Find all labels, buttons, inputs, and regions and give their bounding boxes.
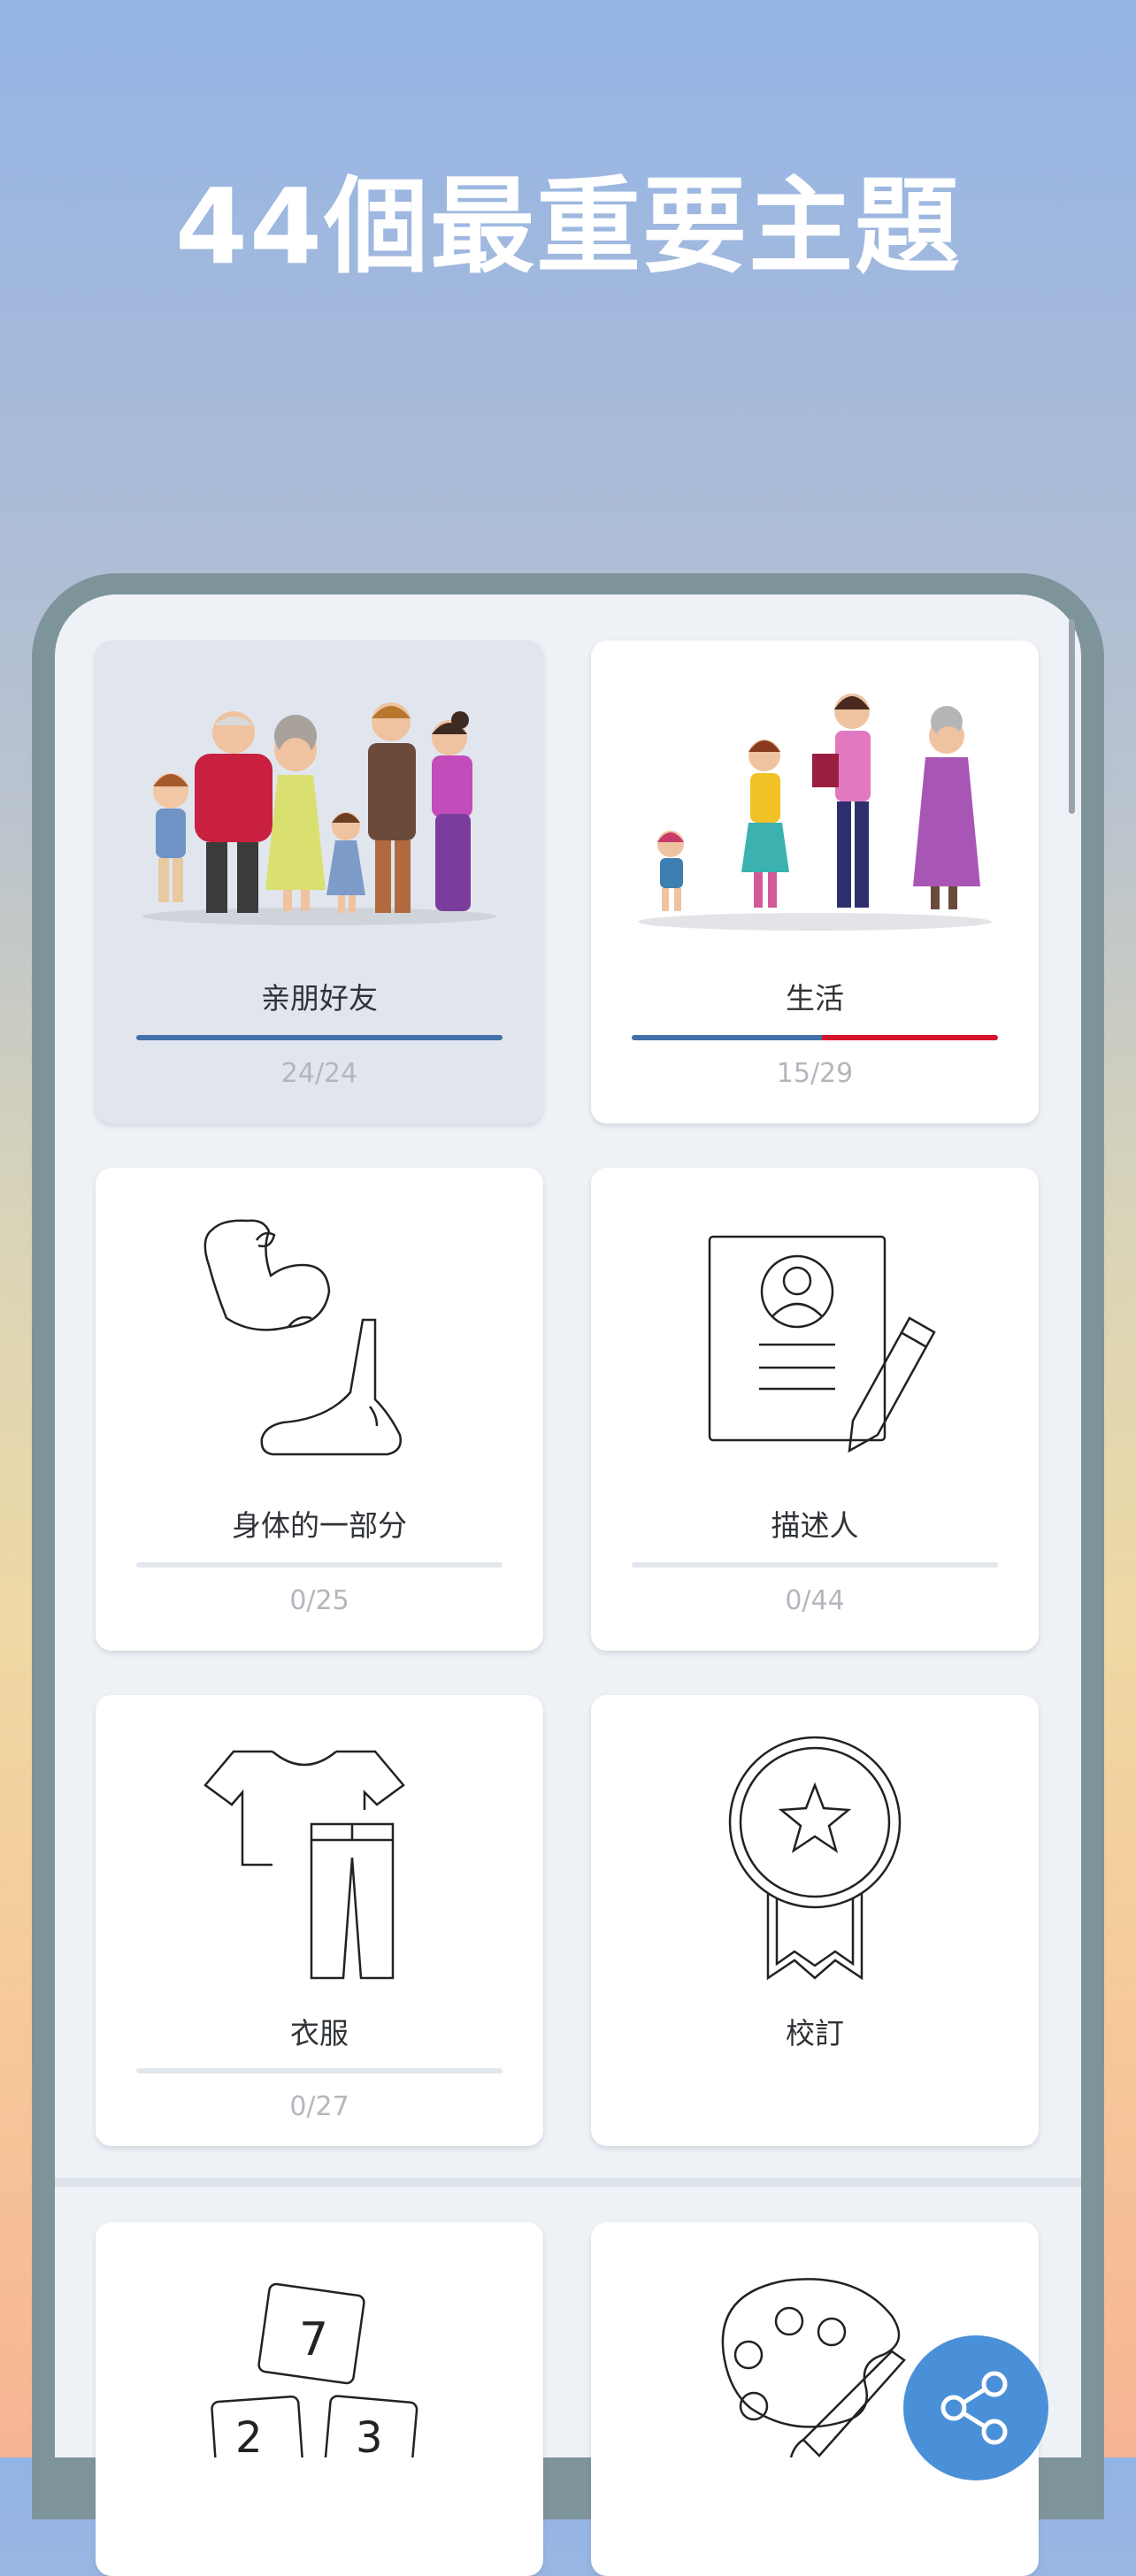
- life-stages-illustration: [638, 694, 992, 931]
- topic-title: 校訂: [786, 2016, 844, 2051]
- family-illustration: [142, 702, 496, 925]
- topic-card-numbers[interactable]: 7 2 3: [96, 2222, 543, 2576]
- topic-card-body-parts[interactable]: 身体的一部分 0/25: [96, 1168, 543, 1651]
- progress-bar: [632, 1562, 998, 1568]
- topic-title: 亲朋好友: [261, 981, 378, 1016]
- topic-count: 0/25: [289, 1585, 349, 1616]
- topic-title: 描述人: [771, 1508, 859, 1543]
- progress-wrong: [822, 1035, 998, 1040]
- scrollbar[interactable]: [1069, 619, 1075, 814]
- topic-count: 15/29: [776, 1058, 854, 1089]
- topic-count: 24/24: [280, 1058, 358, 1089]
- share-icon: [940, 2371, 1008, 2445]
- svg-text:2: 2: [235, 2413, 263, 2457]
- topic-card-family[interactable]: 亲朋好友 24/24: [96, 640, 543, 1123]
- body-parts-icon: [203, 1219, 402, 1456]
- progress-fill: [632, 1035, 823, 1040]
- topic-card-describe-people[interactable]: 描述人 0/44: [591, 1168, 1039, 1651]
- progress-bar: [136, 1562, 503, 1568]
- progress-fill: [136, 1035, 503, 1040]
- svg-text:3: 3: [356, 2413, 383, 2457]
- progress-bar: [136, 1035, 503, 1040]
- topic-title: 身体的一部分: [232, 1508, 407, 1543]
- headline: 44個最重要主題: [174, 165, 962, 288]
- topic-card-clothes[interactable]: 衣服 0/27: [96, 1695, 543, 2146]
- medal-icon: [728, 1736, 902, 1981]
- share-button[interactable]: [903, 2335, 1048, 2480]
- profile-document-icon: [708, 1235, 936, 1453]
- section-divider: [55, 2178, 1081, 2187]
- topic-count: 0/27: [289, 2091, 349, 2122]
- number-blocks-icon: 7 2 3: [211, 2282, 418, 2457]
- svg-text:7: 7: [299, 2313, 328, 2366]
- topic-card-life[interactable]: 生活 15/29: [591, 640, 1039, 1123]
- topic-title: 衣服: [290, 2016, 349, 2051]
- topic-card-review[interactable]: 校訂: [591, 1695, 1039, 2146]
- topic-title: 生活: [786, 981, 844, 1016]
- progress-bar: [136, 2068, 503, 2074]
- progress-bar: [632, 1035, 998, 1040]
- clothes-icon: [203, 1750, 405, 1980]
- topic-count: 0/44: [785, 1585, 845, 1616]
